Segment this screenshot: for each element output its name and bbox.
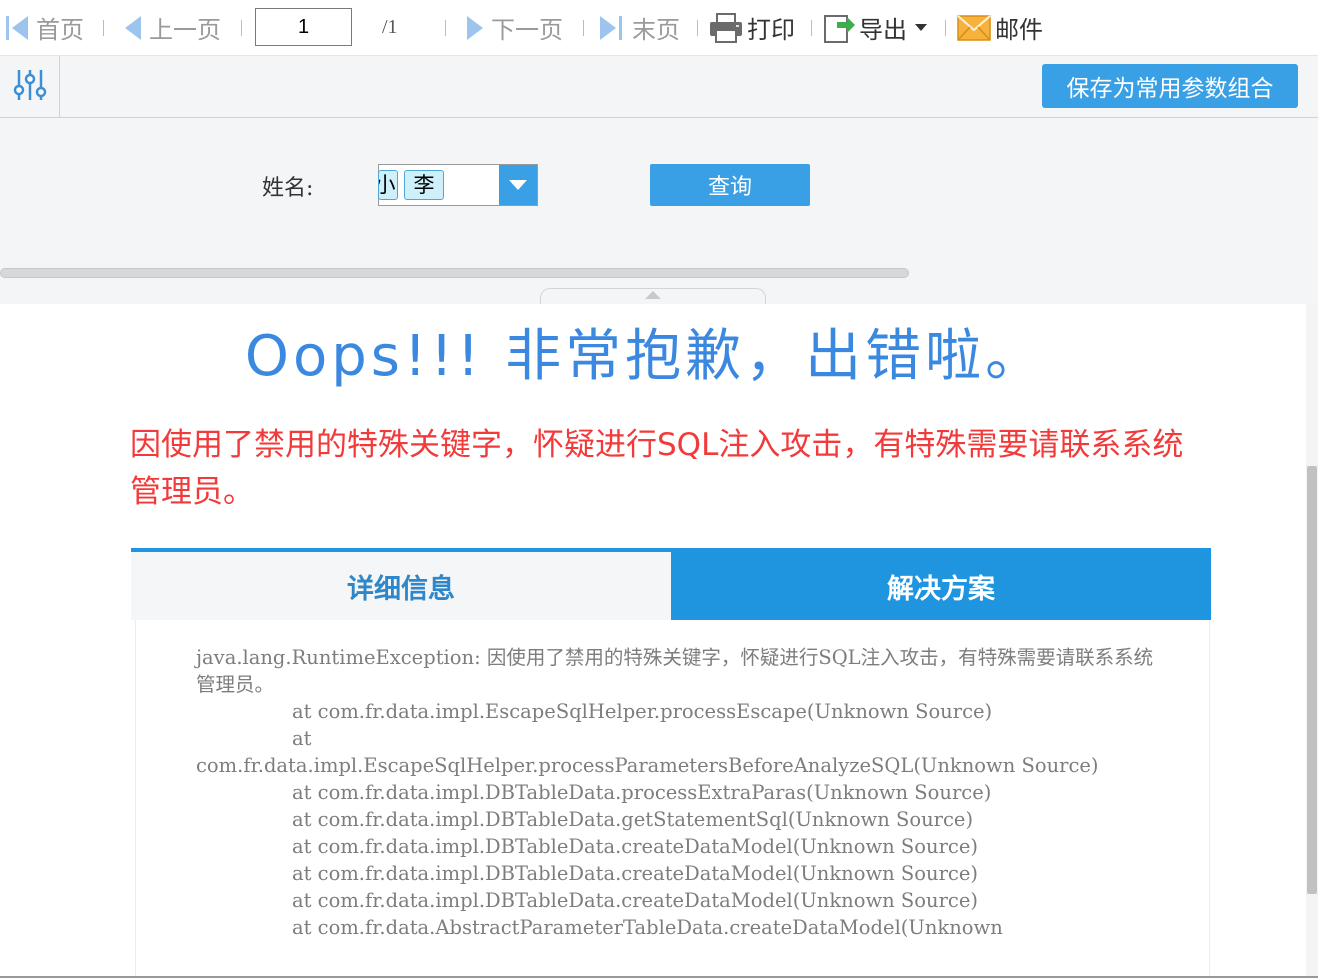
name-label: 姓名: (262, 176, 314, 201)
toolbar-divider (241, 20, 242, 36)
last-page-button[interactable]: 末页 (600, 0, 680, 55)
prev-page-button[interactable]: 上一页 (125, 0, 221, 55)
selected-tag[interactable]: 小 (378, 170, 398, 200)
first-page-icon (6, 15, 30, 41)
stack-trace-head: java.lang.RuntimeException: 因使用了禁用的特殊关键字… (196, 646, 1154, 696)
dropdown-caret-icon (915, 24, 927, 31)
page-total: /1 (382, 16, 398, 38)
parameter-panel: 姓名: 小 李 查询 (0, 118, 1318, 304)
next-page-button[interactable]: 下一页 (467, 0, 563, 55)
save-parameter-combo-button[interactable]: 保存为常用参数组合 (1042, 64, 1298, 108)
export-icon (823, 12, 855, 44)
stack-trace: java.lang.RuntimeException: 因使用了禁用的特殊关键字… (196, 644, 1156, 941)
stack-trace-line: at com.fr.data.impl.DBTableData.createDa… (292, 862, 978, 885)
selected-tag[interactable]: 李 (404, 170, 444, 200)
toolbar-divider (583, 20, 584, 36)
vertical-scrollbar[interactable] (1306, 304, 1318, 978)
toolbar-divider (445, 20, 446, 36)
print-label: 打印 (747, 16, 795, 44)
stack-trace-line: com.fr.data.impl.EscapeSqlHelper.process… (196, 754, 1099, 777)
first-page-button[interactable]: 首页 (6, 0, 84, 55)
stack-trace-line: at com.fr.data.impl.DBTableData.getState… (292, 808, 974, 831)
print-button[interactable]: 打印 (709, 0, 795, 55)
stack-trace-line: at com.fr.data.impl.DBTableData.processE… (292, 781, 992, 804)
stack-trace-line: at com.fr.data.impl.EscapeSqlHelper.proc… (292, 700, 993, 723)
mail-label: 邮件 (995, 16, 1043, 44)
prev-page-icon (125, 15, 143, 40)
page-number-input[interactable] (255, 8, 352, 46)
stack-trace-line: at com.fr.data.impl.DBTableData.createDa… (292, 889, 978, 912)
error-detail-panel: java.lang.RuntimeException: 因使用了禁用的特殊关键字… (135, 620, 1210, 978)
report-toolbar: 首页 上一页 /1 下一页 末页 打印 (0, 0, 1318, 56)
last-page-label: 末页 (632, 16, 680, 44)
printer-icon (709, 12, 743, 43)
error-message: 因使用了禁用的特殊关键字，怀疑进行SQL注入攻击，有特殊需要请联系系统管理员。 (130, 427, 1184, 510)
first-page-label: 首页 (36, 16, 84, 44)
sliders-icon (13, 68, 47, 106)
toolbar-divider (811, 20, 812, 36)
stack-trace-line: at com.fr.data.impl.DBTableData.createDa… (292, 835, 978, 858)
tab-details[interactable]: 详细信息 (131, 552, 671, 620)
toolbar-divider (103, 20, 104, 36)
query-button[interactable]: 查询 (650, 164, 810, 206)
combo-dropdown-icon[interactable] (499, 165, 537, 205)
next-page-icon (467, 15, 485, 40)
horizontal-scrollbar[interactable] (0, 268, 909, 278)
mail-button[interactable]: 邮件 (957, 0, 1043, 55)
toolbar-divider (945, 20, 946, 36)
last-page-icon (600, 15, 626, 41)
toolbar-divider (697, 20, 698, 36)
stack-trace-line: at com.fr.data.AbstractParameterTableDat… (292, 916, 1003, 939)
export-button[interactable]: 导出 (823, 0, 927, 55)
vertical-scrollbar-thumb[interactable] (1307, 466, 1317, 894)
error-tabs: 详细信息 解决方案 (131, 548, 1211, 620)
error-page: Oops!!! 非常抱歉，出错啦。 因使用了禁用的特殊关键字，怀疑进行SQL注入… (0, 304, 1306, 978)
export-label: 导出 (859, 16, 907, 44)
prev-page-label: 上一页 (149, 16, 221, 44)
name-combo-box[interactable]: 小 李 (378, 164, 538, 206)
mail-icon (957, 14, 991, 41)
stack-trace-line: at (292, 727, 312, 750)
tab-solution[interactable]: 解决方案 (671, 552, 1211, 620)
collapse-panel-handle[interactable] (540, 288, 766, 304)
parameter-bar: 保存为常用参数组合 (0, 56, 1318, 118)
error-title: Oops!!! 非常抱歉，出错啦。 (244, 324, 1046, 389)
parameter-toggle-button[interactable] (0, 56, 60, 117)
next-page-label: 下一页 (491, 16, 563, 44)
